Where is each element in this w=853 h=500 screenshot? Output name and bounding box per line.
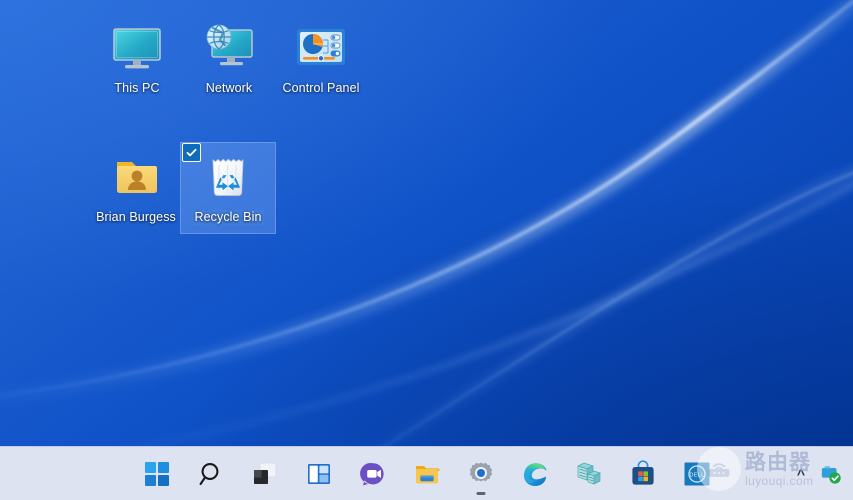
edge-icon — [521, 460, 549, 488]
desktop-icon-label: This PC — [114, 81, 159, 96]
recycle-bin-icon — [200, 149, 256, 205]
desktop[interactable]: This PC — [0, 0, 853, 500]
search-icon — [197, 460, 225, 488]
desktop-icon-label: Brian Burgess — [96, 210, 176, 225]
taskbar-button-chat[interactable] — [346, 450, 400, 498]
store-bag-icon — [629, 460, 657, 488]
desktop-icon-this-pc[interactable]: This PC — [90, 14, 184, 96]
taskbar[interactable]: DELL ^ — [0, 446, 853, 500]
svg-text:DELL: DELL — [689, 472, 704, 478]
desktop-icon-label: Recycle Bin — [192, 210, 263, 225]
monitor-icon — [109, 20, 165, 76]
control-panel-icon — [293, 20, 349, 76]
chevron-up-icon: ^ — [797, 467, 805, 481]
widgets-icon — [305, 460, 333, 488]
windows-logo-icon — [143, 460, 171, 488]
desktop-icon-label: Network — [206, 81, 253, 96]
desktop-icon-label: Control Panel — [282, 81, 359, 96]
selection-checkbox-icon[interactable] — [182, 143, 201, 162]
taskbar-button-servers[interactable] — [562, 450, 616, 498]
folder-icon — [413, 460, 441, 488]
chat-video-icon — [359, 460, 387, 488]
shield-check-icon — [820, 463, 842, 485]
taskbar-button-dell[interactable]: DELL — [670, 450, 724, 498]
active-app-indicator — [476, 492, 485, 495]
tray-security-icon[interactable] — [819, 459, 843, 489]
globe-monitor-icon — [201, 20, 257, 76]
desktop-icon-recycle-bin[interactable]: Recycle Bin — [181, 143, 275, 233]
taskbar-button-search[interactable] — [184, 450, 238, 498]
desktop-icon-network[interactable]: Network — [182, 14, 276, 96]
tray-show-hidden-icons[interactable]: ^ — [789, 459, 813, 489]
task-view-icon — [251, 460, 279, 488]
desktop-icon-brian-burgess[interactable]: Brian Burgess — [87, 143, 185, 225]
server-stack-icon — [575, 460, 603, 488]
taskbar-center-group: DELL — [130, 450, 724, 498]
system-tray[interactable]: ^ — [789, 447, 847, 500]
taskbar-button-settings[interactable] — [454, 450, 508, 498]
taskbar-button-widgets[interactable] — [292, 450, 346, 498]
taskbar-button-task-view[interactable] — [238, 450, 292, 498]
dell-icon: DELL — [683, 460, 711, 488]
desktop-icon-control-panel[interactable]: Control Panel — [274, 14, 368, 96]
user-folder-icon — [108, 149, 164, 205]
taskbar-button-file-explorer[interactable] — [400, 450, 454, 498]
taskbar-button-start[interactable] — [130, 450, 184, 498]
gear-icon — [467, 460, 495, 488]
taskbar-button-edge[interactable] — [508, 450, 562, 498]
taskbar-button-store[interactable] — [616, 450, 670, 498]
